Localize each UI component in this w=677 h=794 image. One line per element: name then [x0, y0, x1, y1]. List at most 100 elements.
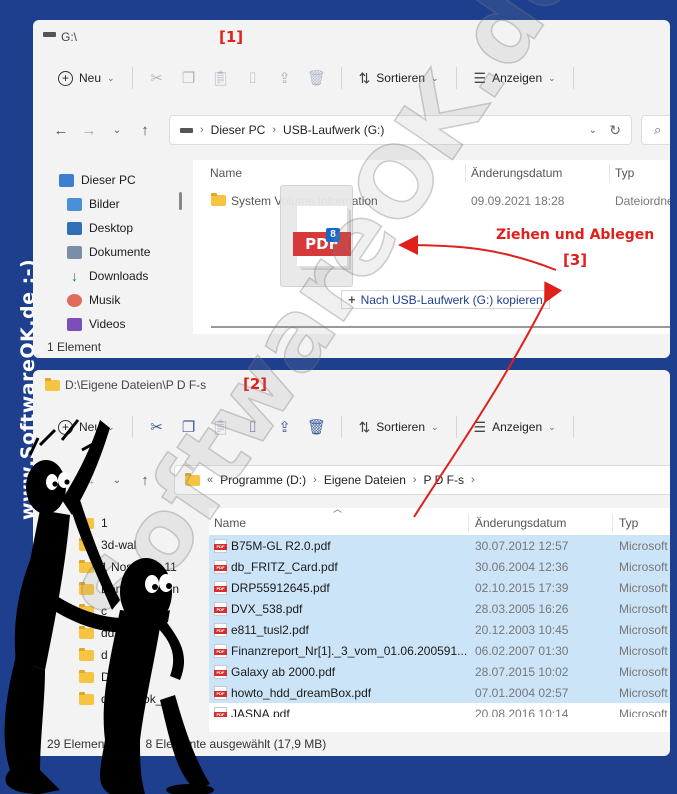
- column-header-type[interactable]: Typ: [619, 510, 638, 536]
- label-window-2: [2]: [243, 375, 268, 393]
- nav-item-downloads[interactable]: ↓ Downloads: [67, 267, 148, 284]
- overflow-chevron-icon[interactable]: «: [207, 474, 213, 486]
- nav-item-folder[interactable]: 3d-wal: [79, 537, 136, 552]
- folder-icon: [211, 193, 226, 206]
- pdf-icon: [214, 644, 227, 658]
- nav-item-desktop[interactable]: Desktop: [67, 221, 133, 235]
- paste-icon[interactable]: 📋︎: [205, 63, 237, 93]
- folder-icon: [79, 537, 94, 551]
- sort-button[interactable]: ⇅ Sortieren ⌄: [350, 63, 448, 93]
- desktop-icon: [67, 221, 82, 235]
- file-type: Microsoft: [619, 644, 668, 658]
- drag-count-badge: 8: [326, 228, 340, 242]
- table-row[interactable]: DRP55912645.pdf 02.10.2015 17:39 Microsoft: [209, 577, 670, 598]
- divider: [340, 67, 342, 89]
- back-icon[interactable]: ←: [47, 472, 75, 489]
- drag-drop-annotation: Ziehen und Ablegen: [496, 227, 655, 243]
- delete-icon[interactable]: 🗑︎: [301, 412, 333, 442]
- new-button[interactable]: + Neu ⌄: [49, 63, 124, 93]
- copy-icon[interactable]: ❐: [173, 63, 205, 93]
- nav-item-folder[interactable]: Benutzerdaten: [79, 581, 179, 596]
- delete-icon[interactable]: 🗑︎: [301, 63, 333, 93]
- address-bar[interactable]: › Dieser PC › USB-Laufwerk (G:) ⌄ ↻: [169, 115, 632, 145]
- share-icon[interactable]: ⇪: [269, 412, 301, 442]
- table-row[interactable]: db_FRITZ_Card.pdf 30.06.2004 12:36 Microso…: [209, 556, 670, 577]
- nav-item-folder[interactable]: c: [79, 603, 107, 618]
- table-row[interactable]: e811_tusl2.pdf 20.12.2003 10:45 Microsoft: [209, 619, 670, 640]
- new-button[interactable]: + Neu ⌄: [49, 412, 124, 442]
- chevron-down-icon: ⌄: [107, 72, 115, 83]
- up-icon[interactable]: ↑: [131, 122, 159, 139]
- column-header-name[interactable]: Name: [210, 160, 242, 186]
- back-icon[interactable]: ←: [47, 122, 75, 139]
- sort-button-label: Sortieren: [376, 71, 425, 85]
- nav-item-music[interactable]: Musik: [67, 293, 120, 307]
- table-row[interactable]: Galaxy ab 2000.pdf 28.07.2015 10:02 Micros…: [209, 661, 670, 682]
- copy-icon[interactable]: ❐: [173, 412, 205, 442]
- nav-scrollbar[interactable]: [179, 192, 182, 210]
- nav-item-folder[interactable]: desktopok_: [79, 691, 162, 706]
- view-button[interactable]: ☰ Anzeigen ⌄: [465, 63, 565, 93]
- navigation-pane: Dieser PC Bilder Desktop Dokumente ↓ Dow…: [33, 160, 191, 334]
- address-bar[interactable]: « Programme (D:) › Eigene Dateien › P D …: [174, 465, 670, 495]
- view-button[interactable]: ☰ Anzeigen ⌄: [465, 412, 565, 442]
- table-row[interactable]: B75M-GL R2.0.pdf 30.07.2012 12:57 Microsof…: [209, 535, 670, 556]
- downloads-icon: ↓: [71, 267, 78, 284]
- forward-icon[interactable]: →: [75, 472, 103, 489]
- table-row[interactable]: JASNA.pdf 20.08.2016 10:14 Microsoft: [209, 703, 670, 717]
- nav-item-label: dd: [101, 626, 115, 640]
- nav-item-pictures[interactable]: Bilder: [67, 197, 120, 211]
- titlebar[interactable]: G:\ [1]: [33, 20, 670, 54]
- nav-item-videos[interactable]: Videos: [67, 317, 125, 331]
- horizontal-scrollbar[interactable]: [211, 326, 670, 328]
- search-input[interactable]: ⌕: [641, 115, 670, 145]
- sort-icon: ⇅: [358, 69, 371, 86]
- videos-icon: [67, 317, 82, 331]
- breadcrumb-item[interactable]: Eigene Dateien: [324, 473, 406, 487]
- recent-chevron-icon[interactable]: ⌄: [103, 475, 131, 486]
- file-date: 28.03.2005 16:26: [475, 602, 569, 616]
- nav-item-folder[interactable]: Des: [79, 669, 122, 684]
- copy-tooltip: + Nach USB-Laufwerk (G:) kopieren: [341, 290, 550, 309]
- recent-chevron-icon[interactable]: ⌄: [103, 125, 131, 136]
- nav-item-folder[interactable]: 1: [79, 515, 108, 530]
- sort-button[interactable]: ⇅ Sortieren ⌄: [350, 412, 448, 442]
- rename-icon[interactable]: ⌷: [237, 63, 269, 93]
- file-type: Microsoft: [619, 707, 668, 717]
- refresh-icon[interactable]: ↻: [609, 122, 621, 139]
- cut-icon[interactable]: ✂: [141, 63, 173, 93]
- rename-icon[interactable]: ⌷: [237, 412, 269, 442]
- table-row[interactable]: DVX_538.pdf 28.03.2005 16:26 Microsoft: [209, 598, 670, 619]
- list-item[interactable]: System Volume Information 09.09.2021 18:…: [193, 190, 670, 211]
- folder-icon: [79, 581, 94, 595]
- nav-item-folder[interactable]: 1 Nostalgie 11: [79, 559, 177, 574]
- cut-icon[interactable]: ✂: [141, 412, 173, 442]
- column-header-name[interactable]: Name: [214, 510, 246, 536]
- column-header-date[interactable]: Änderungsdatum: [475, 510, 566, 536]
- column-divider: [468, 514, 469, 532]
- table-row[interactable]: howto_hdd_dreamBox.pdf 07.01.2004 02:57 Mi…: [209, 682, 670, 703]
- divider: [340, 416, 342, 438]
- breadcrumb-item[interactable]: Programme (D:): [220, 473, 306, 487]
- column-header-date[interactable]: Änderungsdatum: [471, 160, 562, 186]
- nav-item-folder[interactable]: dd: [79, 625, 115, 640]
- table-row[interactable]: Finanzreport_Nr[1]._3_vom_01.06.200591..…: [209, 640, 670, 661]
- file-name: e811_tusl2.pdf: [231, 623, 309, 637]
- view-icon: ☰: [473, 69, 487, 86]
- column-header-type[interactable]: Typ: [615, 160, 634, 186]
- up-icon[interactable]: ↑: [131, 472, 159, 489]
- new-button-label: Neu: [79, 420, 102, 434]
- paste-icon[interactable]: 📋︎: [205, 412, 237, 442]
- nav-item-documents[interactable]: Dokumente: [67, 245, 150, 259]
- nav-item-folder[interactable]: d: [79, 647, 108, 662]
- breadcrumb-item[interactable]: Dieser PC: [211, 123, 266, 137]
- share-icon[interactable]: ⇪: [269, 63, 301, 93]
- titlebar[interactable]: D:\Eigene Dateien\P D F-s [2]: [33, 370, 670, 404]
- chevron-down-icon[interactable]: ⌄: [589, 125, 597, 136]
- forward-icon[interactable]: →: [75, 122, 103, 139]
- status-selection: 8 Elemente ausgewählt (17,9 MB): [145, 737, 327, 751]
- nav-item-this-pc[interactable]: Dieser PC: [59, 173, 136, 187]
- file-date: 06.02.2007 01:30: [475, 644, 569, 658]
- breadcrumb-item[interactable]: P D F-s: [424, 473, 464, 487]
- breadcrumb-item[interactable]: USB-Laufwerk (G:): [283, 123, 384, 137]
